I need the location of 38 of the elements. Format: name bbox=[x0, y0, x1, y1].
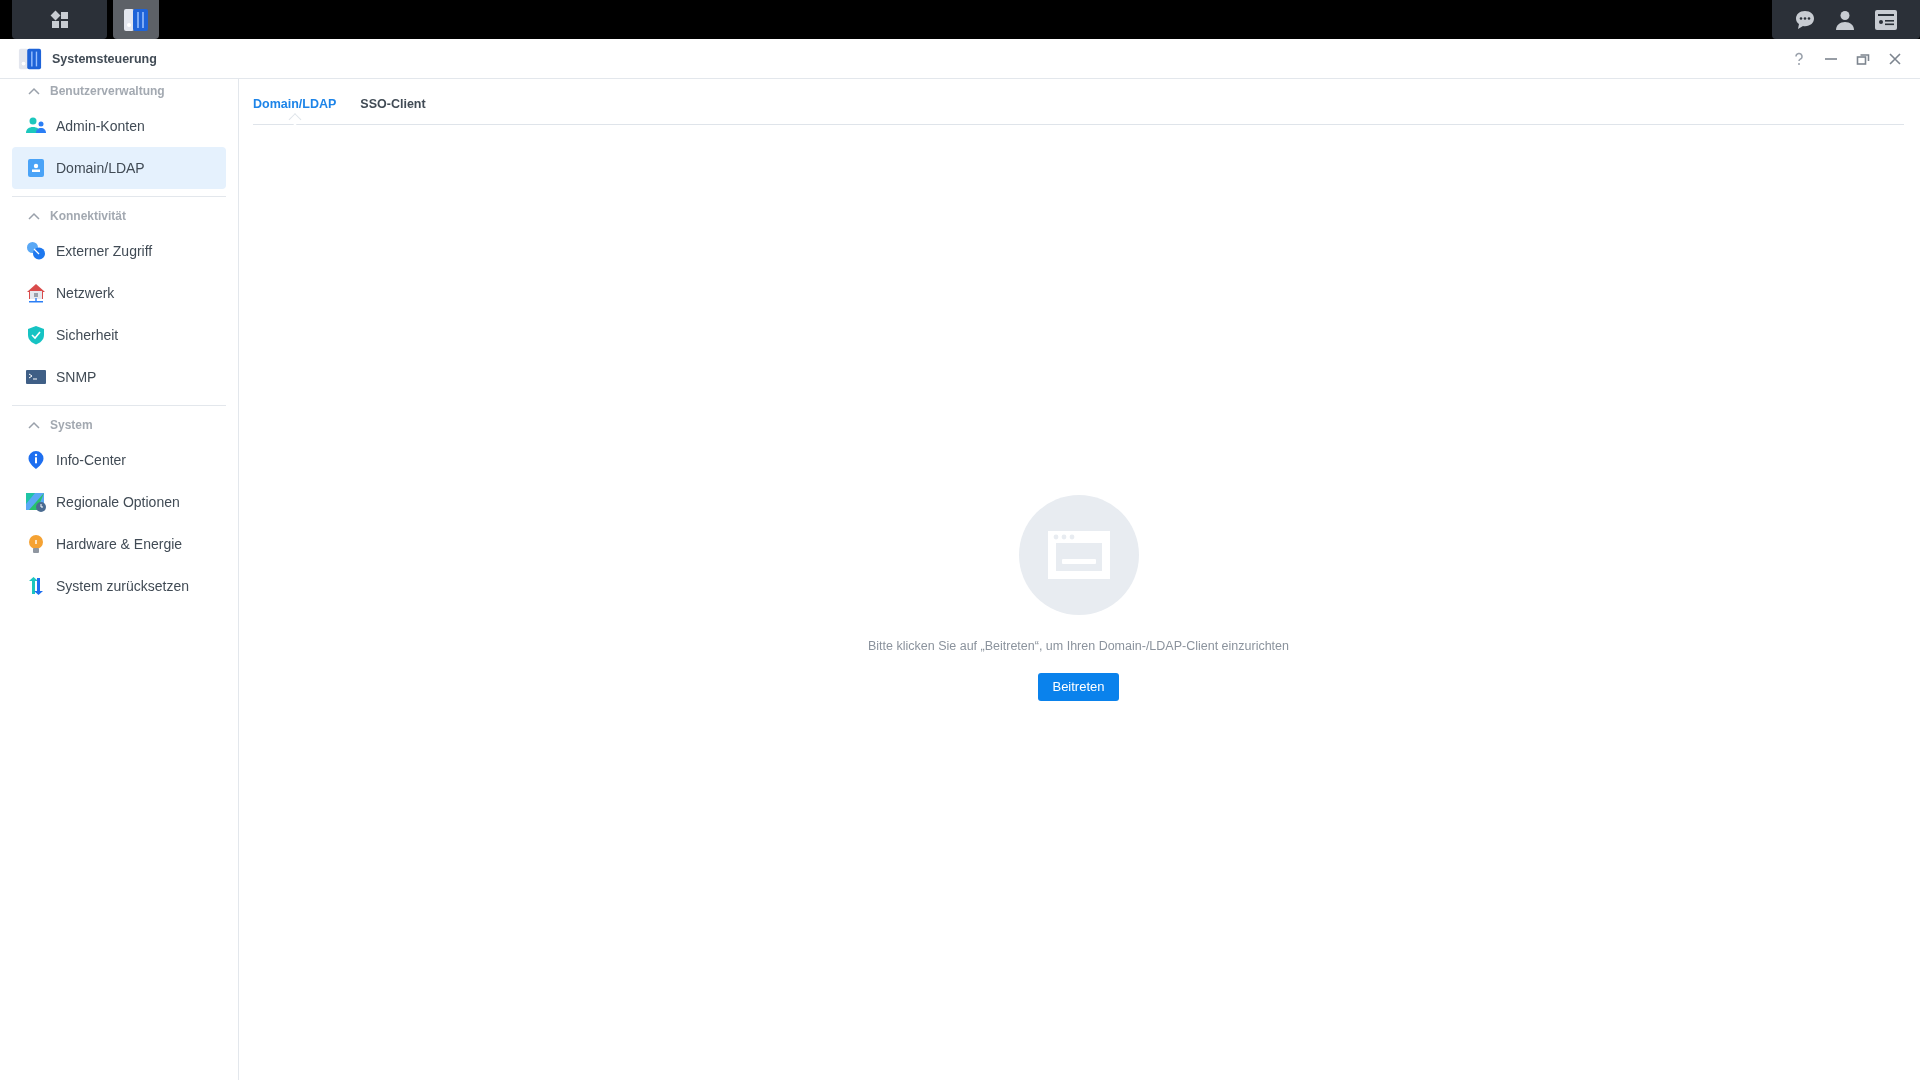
user-icon[interactable] bbox=[1834, 8, 1856, 31]
grid-icon bbox=[49, 9, 70, 30]
tab[interactable]: Domain/LDAP bbox=[253, 85, 337, 118]
sidebar-item[interactable]: Netzwerk bbox=[12, 272, 226, 314]
shield-icon bbox=[26, 325, 46, 345]
sidebar-item[interactable]: Admin-Konten bbox=[12, 105, 226, 147]
light-bulb-icon bbox=[26, 534, 46, 554]
chat-icon[interactable] bbox=[1794, 8, 1816, 31]
sidebar-item[interactable]: Domain/LDAP bbox=[12, 147, 226, 189]
sidebar-item[interactable]: Info-Center bbox=[12, 439, 226, 481]
tab[interactable]: SSO-Client bbox=[360, 85, 426, 118]
join-button[interactable]: Beitreten bbox=[1038, 672, 1119, 701]
help-icon[interactable] bbox=[1792, 51, 1806, 66]
sidebar-item[interactable]: SNMP bbox=[12, 356, 226, 398]
caret-icon bbox=[28, 421, 40, 429]
sidebar-item[interactable]: Externer Zugriff bbox=[12, 230, 226, 272]
sidebar-item[interactable]: Regionale Optionen bbox=[12, 481, 226, 523]
control-panel-icon bbox=[123, 6, 149, 33]
window-title: Systemsteuerung bbox=[52, 51, 157, 66]
sidebar-item[interactable]: System zurücksetzen bbox=[12, 565, 226, 607]
caret-icon bbox=[28, 212, 40, 220]
main-menu-button[interactable] bbox=[12, 0, 107, 39]
close-icon[interactable] bbox=[1888, 51, 1902, 66]
sidebar-item[interactable]: Hardware & Energie bbox=[12, 523, 226, 565]
map-clock-icon bbox=[26, 492, 46, 512]
control-panel-taskbar-button[interactable] bbox=[113, 0, 159, 39]
info-icon bbox=[26, 450, 46, 470]
sidebar-item[interactable]: Sicherheit bbox=[12, 314, 226, 356]
caret-icon bbox=[28, 87, 40, 95]
empty-state-message: Bitte klicken Sie auf „Beitreten“, um Ihren Domain-/LDAP-Client einzurichten bbox=[868, 638, 1289, 653]
contact-card-icon bbox=[26, 158, 46, 178]
restore-icon[interactable] bbox=[1856, 51, 1870, 66]
control-panel-icon bbox=[18, 46, 42, 71]
users-icon bbox=[26, 116, 46, 136]
link-icon bbox=[26, 241, 46, 261]
house-icon bbox=[26, 283, 46, 303]
widget-card-icon[interactable] bbox=[1874, 8, 1898, 31]
terminal-icon bbox=[26, 367, 46, 387]
